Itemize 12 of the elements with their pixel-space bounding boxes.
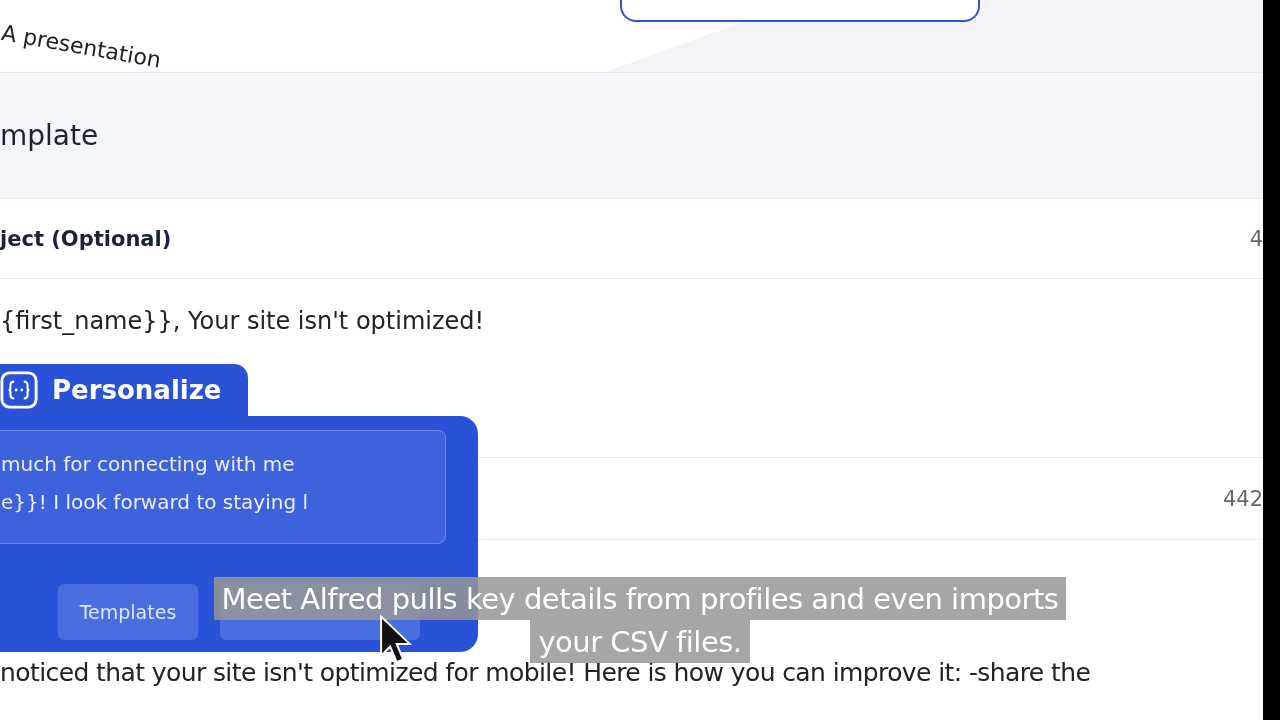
personalize-tab[interactable]: Personalize: [0, 364, 248, 416]
braces-icon: [0, 371, 38, 409]
message-preview: much for connecting with me e}}! I look forward to staying l: [0, 430, 446, 544]
subject-field[interactable]: {first_name}}, Your site isn't optimized!: [0, 307, 485, 336]
video-caption: your CSV files.: [530, 620, 750, 663]
character-counter: 442: [1222, 486, 1263, 511]
templates-button[interactable]: Templates: [58, 584, 198, 640]
video-caption: Meet Alfred pulls key details from profiles and even imports: [213, 577, 1067, 620]
field-label: ject (Optional): [0, 227, 172, 252]
slide-caption: A presentation: [0, 20, 163, 73]
character-counter: 4: [1249, 227, 1263, 252]
section-title: mplate: [0, 118, 99, 152]
